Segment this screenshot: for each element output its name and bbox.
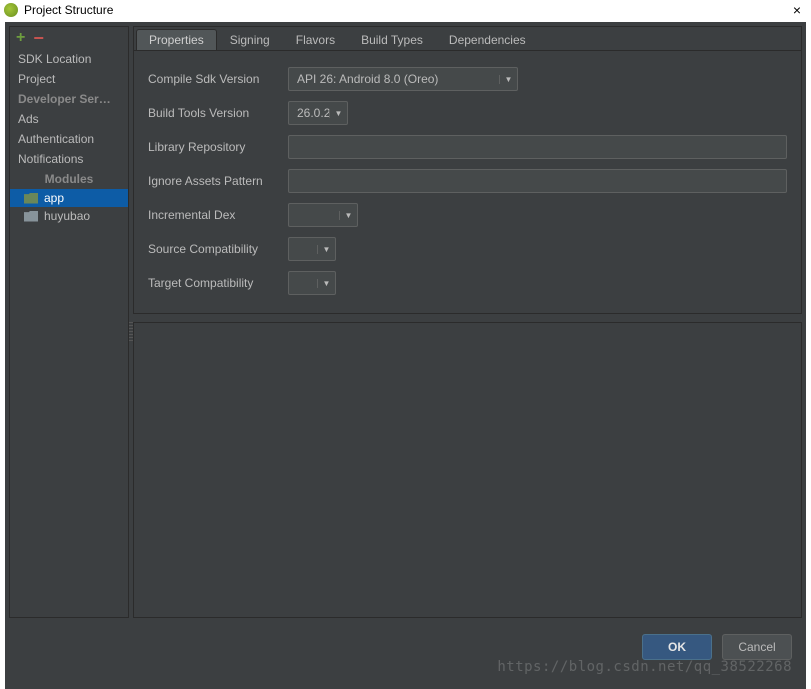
remove-icon[interactable]: − xyxy=(33,33,44,43)
ok-button[interactable]: OK xyxy=(642,634,712,660)
module-label: app xyxy=(44,191,64,205)
dialog: + − SDK Location Project Developer Ser… … xyxy=(5,22,806,689)
incremental-dex-combo[interactable]: ▼ xyxy=(288,203,358,227)
sidebar-section-modules: Modules xyxy=(10,169,128,189)
module-item-app[interactable]: app xyxy=(10,189,128,207)
chevron-down-icon: ▼ xyxy=(499,75,517,84)
sidebar-toolbar: + − xyxy=(10,27,128,49)
close-icon[interactable]: × xyxy=(787,2,807,18)
sidebar-item-developer-services[interactable]: Developer Ser… … xyxy=(10,89,128,109)
sidebar-item-notifications[interactable]: Notifications xyxy=(10,149,128,169)
sidebar: + − SDK Location Project Developer Ser… … xyxy=(9,26,129,618)
chevron-down-icon: ▼ xyxy=(317,279,335,288)
label-target-compat: Target Compatibility xyxy=(148,276,280,290)
sidebar-item-project[interactable]: Project xyxy=(10,69,128,89)
tab-signing[interactable]: Signing xyxy=(217,29,283,50)
add-icon[interactable]: + xyxy=(16,29,25,47)
chevron-down-icon: ▼ xyxy=(317,245,335,254)
window-title: Project Structure xyxy=(24,3,113,17)
app-icon xyxy=(4,3,18,17)
main-panel: Properties Signing Flavors Build Types D… xyxy=(133,26,802,618)
chevron-down-icon: ▼ xyxy=(339,211,357,220)
title-bar: Project Structure × xyxy=(0,0,811,20)
details-panel xyxy=(133,322,802,618)
chevron-down-icon: ▼ xyxy=(329,109,347,118)
folder-icon xyxy=(24,211,38,222)
module-item-huyubao[interactable]: huyubao xyxy=(10,207,128,225)
sidebar-item-sdk-location[interactable]: SDK Location xyxy=(10,49,128,69)
properties-form: Compile Sdk Version API 26: Android 8.0 … xyxy=(133,50,802,314)
sidebar-item-ads[interactable]: Ads xyxy=(10,109,128,129)
label-library-repository: Library Repository xyxy=(148,140,280,154)
tab-properties[interactable]: Properties xyxy=(136,29,217,50)
label-source-compat: Source Compatibility xyxy=(148,242,280,256)
tab-flavors[interactable]: Flavors xyxy=(283,29,348,50)
folder-icon xyxy=(24,193,38,204)
tab-bar: Properties Signing Flavors Build Types D… xyxy=(133,26,802,50)
sidebar-item-authentication[interactable]: Authentication xyxy=(10,129,128,149)
button-bar: OK Cancel xyxy=(5,622,806,672)
cancel-button[interactable]: Cancel xyxy=(722,634,792,660)
target-compatibility-combo[interactable]: ▼ xyxy=(288,271,336,295)
label-ignore-assets: Ignore Assets Pattern xyxy=(148,174,280,188)
source-compatibility-combo[interactable]: ▼ xyxy=(288,237,336,261)
label-incremental-dex: Incremental Dex xyxy=(148,208,280,222)
build-tools-combo[interactable]: 26.0.2 ▼ xyxy=(288,101,348,125)
tab-build-types[interactable]: Build Types xyxy=(348,29,436,50)
module-label: huyubao xyxy=(44,209,90,223)
label-build-tools: Build Tools Version xyxy=(148,106,280,120)
compile-sdk-combo[interactable]: API 26: Android 8.0 (Oreo) ▼ xyxy=(288,67,518,91)
ignore-assets-input[interactable] xyxy=(288,169,787,193)
label-compile-sdk: Compile Sdk Version xyxy=(148,72,280,86)
tab-dependencies[interactable]: Dependencies xyxy=(436,29,539,50)
splitter-handle[interactable] xyxy=(129,322,133,342)
library-repository-input[interactable] xyxy=(288,135,787,159)
